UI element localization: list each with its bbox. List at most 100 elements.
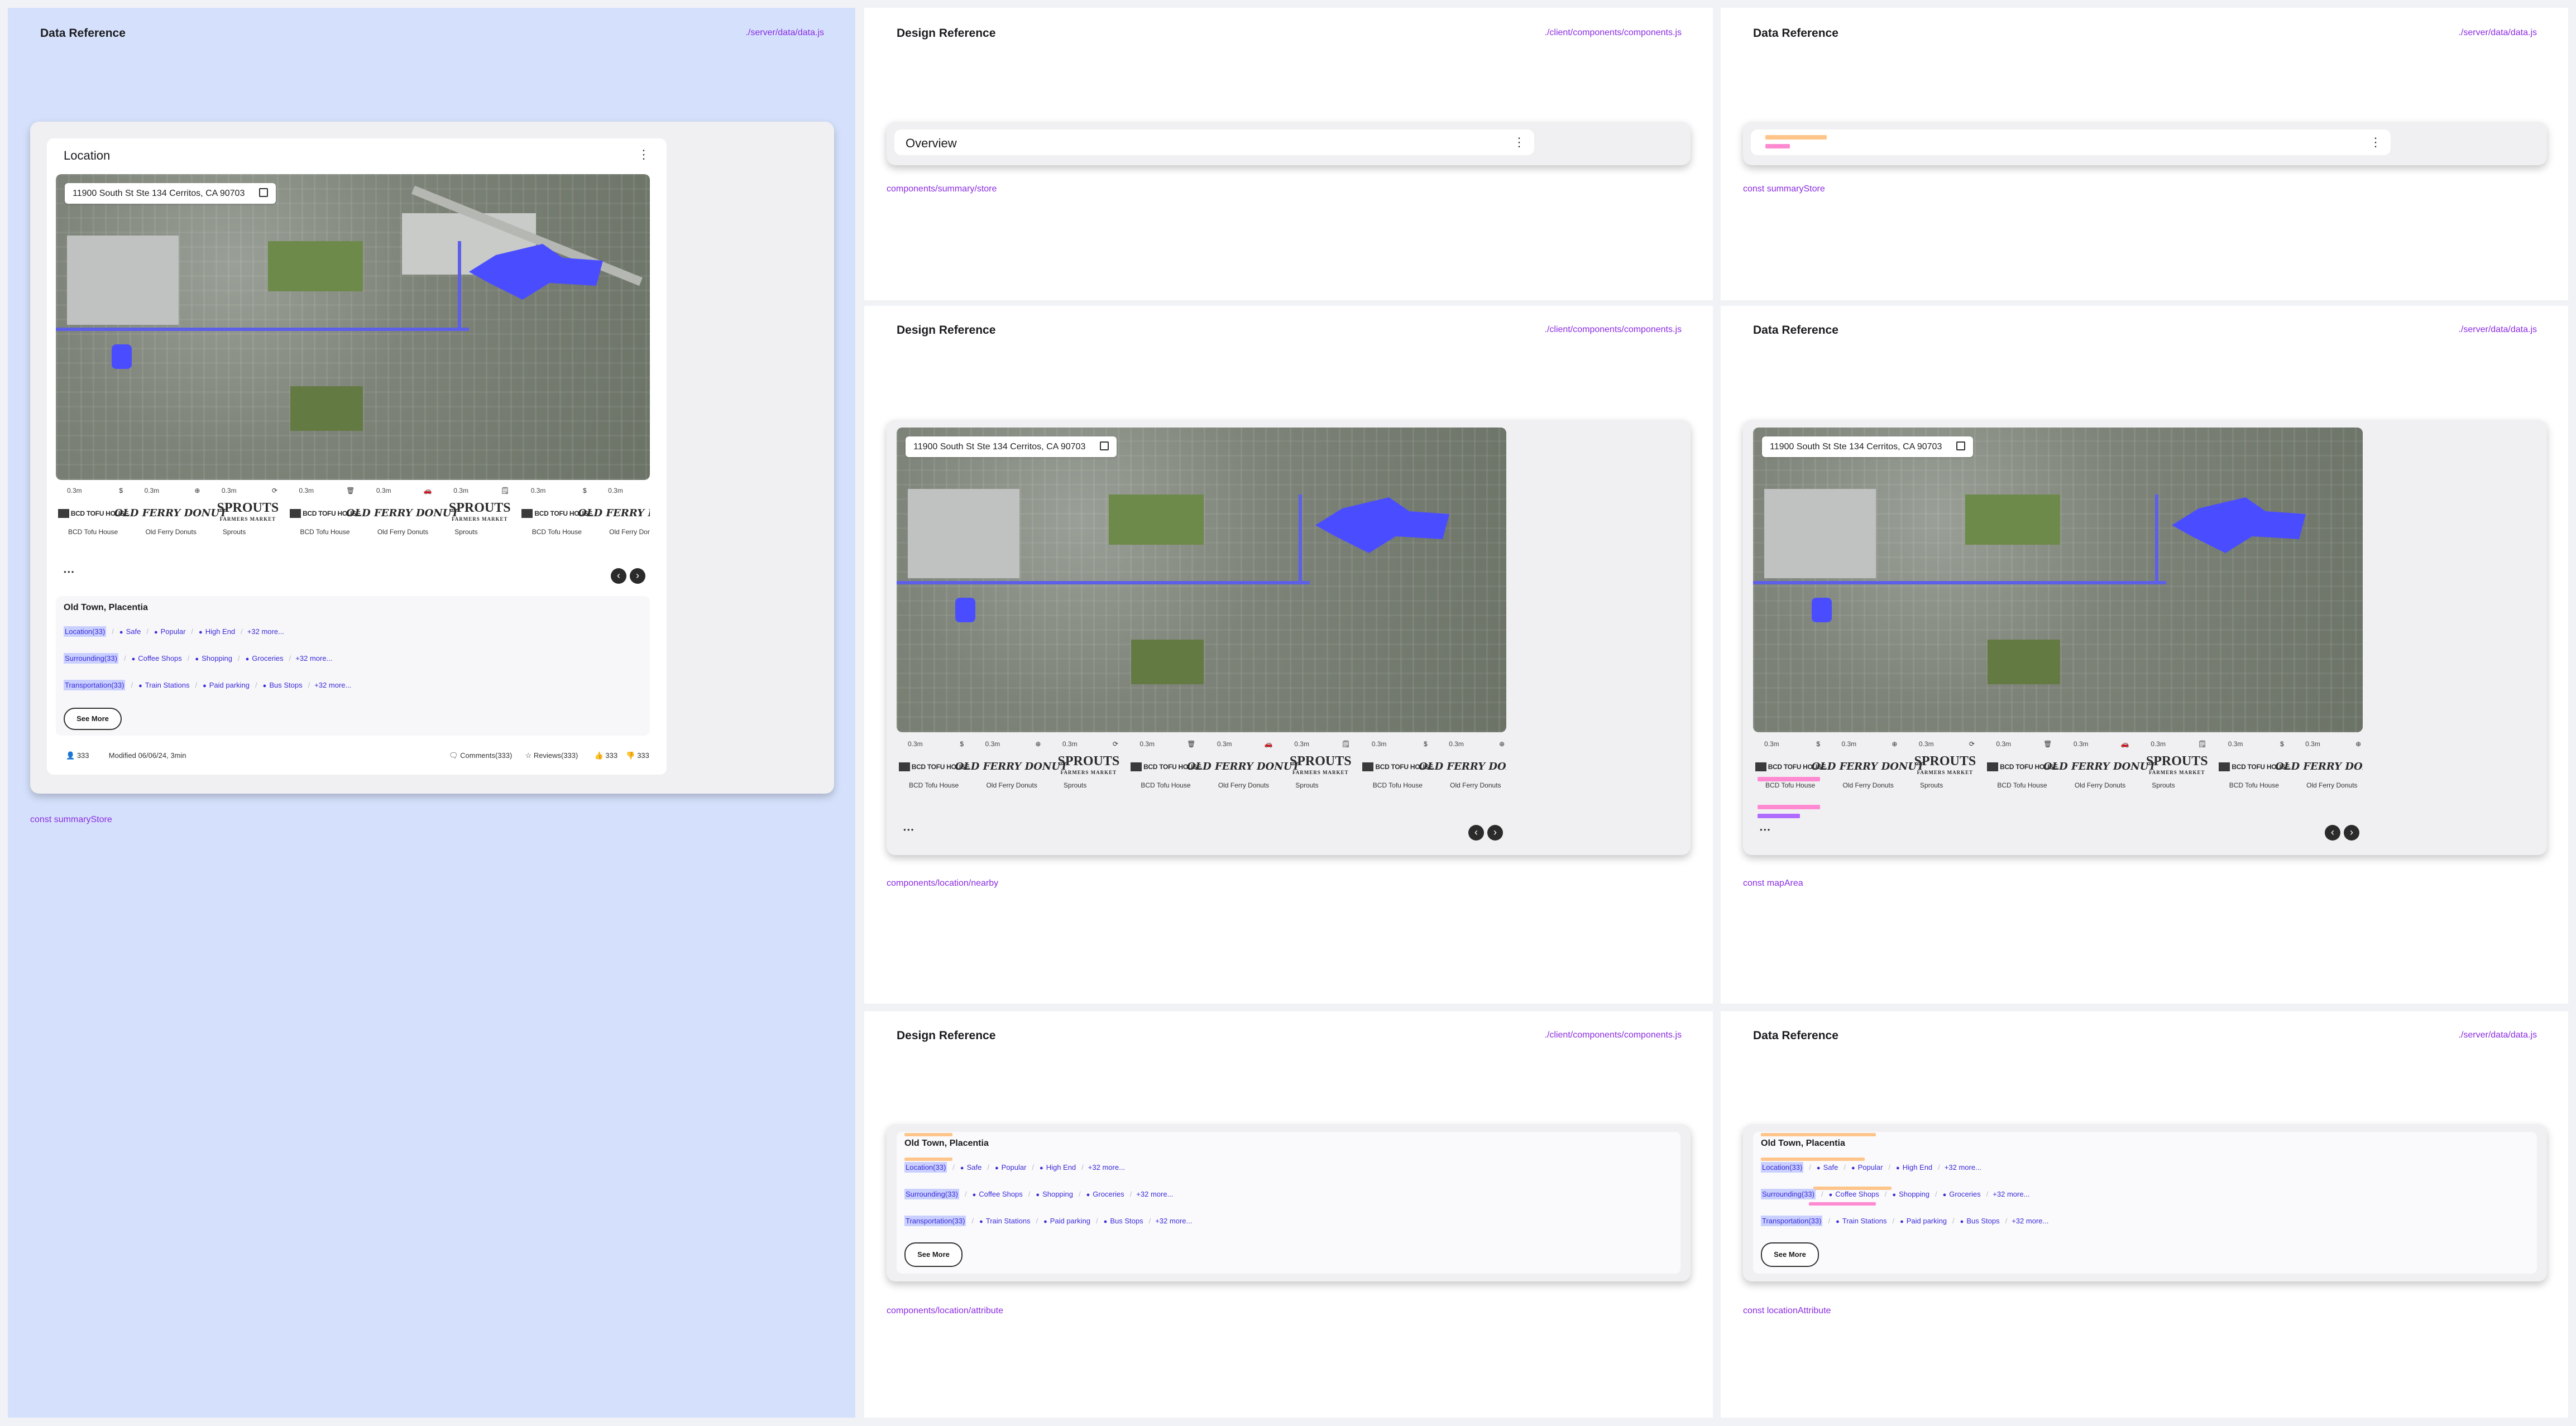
nearby-item[interactable]: 0.3m⊕OLD FERRY DONUTOld Ferry Donuts: [1811, 740, 1924, 791]
map-area[interactable]: 11900 South St Ste 134 Cerritos, CA 9070…: [56, 174, 650, 480]
kebab-menu-icon[interactable]: ⋮: [2369, 136, 2382, 148]
attribute-tag[interactable]: Bus Stops: [1960, 1217, 2000, 1225]
kebab-menu-icon[interactable]: ⋮: [1513, 136, 1525, 148]
copy-icon[interactable]: [1956, 441, 1966, 450]
nearby-item[interactable]: 0.3m ⟳ SPROUTS FARMERS MARKET Sprouts: [1051, 740, 1126, 791]
attribute-tag[interactable]: High End: [1040, 1163, 1076, 1171]
see-more-button[interactable]: See More: [904, 1242, 963, 1267]
attribute-tag[interactable]: Shopping: [1892, 1190, 1929, 1198]
panel-path-link[interactable]: ./server/data/data.js: [2458, 1030, 2537, 1040]
carousel-dots[interactable]: ●●●: [1760, 827, 1771, 832]
nearby-item[interactable]: 0.3m 🗒 SPROUTS FARMERS MARKET Sprouts: [1283, 740, 1358, 791]
attribute-tag[interactable]: Safe: [960, 1163, 981, 1171]
nearby-strip[interactable]: 0.3m $ BCD TOFU HOUSE BCD Tofu House 0.3m ⊕ O…: [56, 487, 650, 559]
more-link[interactable]: +32 more...: [314, 681, 351, 689]
attribute-tag[interactable]: Safe: [119, 627, 141, 636]
more-link[interactable]: +32 more...: [1945, 1163, 1981, 1171]
panel-path-link[interactable]: ./client/components/components.js: [1545, 1030, 1682, 1040]
attribute-tag[interactable]: Bus Stops: [263, 681, 303, 689]
attribute-tag[interactable]: Coffee Shops: [1829, 1190, 1879, 1198]
attribute-tag[interactable]: Safe: [1817, 1163, 1838, 1171]
comment-icon[interactable]: 🗨: [449, 751, 458, 760]
attribute-chip[interactable]: Surrounding(33): [904, 1189, 959, 1199]
reviews-link[interactable]: Reviews(333): [534, 751, 578, 760]
thumbs-down-icon[interactable]: 👎: [626, 751, 635, 760]
attribute-tag[interactable]: High End: [199, 627, 235, 636]
nearby-item[interactable]: 0.3m⊕OLD FERRY DONUTOld Ferry Donuts: [955, 740, 1067, 791]
attribute-tag[interactable]: Paid parking: [1900, 1217, 1947, 1225]
attribute-chip[interactable]: Transportation(33): [904, 1216, 966, 1226]
panel-path-link[interactable]: ./client/components/components.js: [1545, 325, 1682, 335]
attribute-tag[interactable]: High End: [1896, 1163, 1932, 1171]
carousel-prev-button[interactable]: ‹: [1468, 825, 1484, 841]
see-more-button[interactable]: See More: [64, 708, 122, 730]
attribute-chip[interactable]: Transportation(33): [1761, 1216, 1823, 1226]
attribute-tag[interactable]: Shopping: [1036, 1190, 1073, 1198]
attribute-chip[interactable]: Location(33): [1761, 1162, 1804, 1173]
carousel-next-button[interactable]: ›: [630, 568, 645, 584]
more-link[interactable]: +32 more...: [295, 654, 332, 662]
address-pill[interactable]: 11900 South St Ste 134 Cerritos, CA 9070…: [906, 436, 1117, 457]
carousel-prev-button[interactable]: ‹: [2325, 825, 2340, 841]
attribute-tag[interactable]: Coffee Shops: [973, 1190, 1023, 1198]
attribute-tag[interactable]: Bus Stops: [1104, 1217, 1143, 1225]
panel-path-link[interactable]: ./server/data/data.js: [745, 28, 824, 38]
attribute-tag[interactable]: Popular: [154, 627, 185, 636]
attribute-tag[interactable]: Coffee Shops: [132, 654, 182, 662]
copy-icon[interactable]: [1100, 441, 1109, 450]
more-link[interactable]: +32 more...: [247, 627, 284, 636]
more-link[interactable]: +32 more...: [1155, 1217, 1192, 1225]
see-more-button[interactable]: See More: [1761, 1242, 1819, 1267]
carousel-next-button[interactable]: ›: [2344, 825, 2359, 841]
kebab-menu-icon[interactable]: ⋮: [638, 148, 650, 161]
attribute-chip[interactable]: Surrounding(33): [1761, 1189, 1816, 1199]
attribute-tag[interactable]: Paid parking: [203, 681, 250, 689]
comments-link[interactable]: Comments(333): [460, 751, 512, 760]
nearby-item[interactable]: 0.3m ⟳ SPROUTS FARMERS MARKET Sprouts: [1908, 740, 1983, 791]
attribute-tag[interactable]: Groceries: [1943, 1190, 1981, 1198]
attribute-chip[interactable]: Surrounding(33): [64, 653, 118, 664]
address-pill[interactable]: 11900 South St Ste 134 Cerritos, CA 9070…: [1762, 436, 1974, 457]
attribute-chip[interactable]: Transportation(33): [64, 680, 126, 690]
attribute-tag[interactable]: Train Stations: [1836, 1217, 1886, 1225]
attribute-tag[interactable]: Shopping: [195, 654, 232, 662]
nearby-item[interactable]: 0.3m⊕OLD FERRY DONUTOld Ferry Donuts: [1419, 740, 1506, 791]
attribute-tag[interactable]: Popular: [995, 1163, 1026, 1171]
map-area[interactable]: 11900 South St Ste 134 Cerritos, CA 9070…: [1753, 428, 2363, 732]
more-link[interactable]: +32 more...: [1136, 1190, 1173, 1198]
carousel-next-button[interactable]: ›: [1487, 825, 1503, 841]
star-icon[interactable]: ☆: [525, 751, 532, 760]
carousel-dots[interactable]: ●●●: [64, 569, 75, 574]
attribute-tag[interactable]: Train Stations: [979, 1217, 1030, 1225]
map-area[interactable]: 11900 South St Ste 134 Cerritos, CA 9070…: [897, 428, 1506, 732]
attribute-tag[interactable]: Train Stations: [138, 681, 189, 689]
more-link[interactable]: +32 more...: [1088, 1163, 1125, 1171]
nearby-item[interactable]: 0.3m 🚗 OLD FERRY DONUT Old Ferry Donuts: [2043, 740, 2156, 791]
panel-path-link[interactable]: ./server/data/data.js: [2458, 325, 2537, 335]
thumbs-up-icon[interactable]: 👍: [595, 751, 604, 760]
attribute-tag[interactable]: Groceries: [1086, 1190, 1124, 1198]
attribute-tag[interactable]: Groceries: [246, 654, 284, 662]
more-link[interactable]: +32 more...: [1993, 1190, 2029, 1198]
carousel-dots[interactable]: ●●●: [903, 827, 915, 832]
nearby-item[interactable]: 0.3m ⟳ SPROUTS FARMERS MARKET Sprouts: [210, 487, 285, 538]
panel-path-link[interactable]: ./client/components/components.js: [1545, 28, 1682, 38]
nearby-item[interactable]: 0.3m⊕OLD FERRY DONUTOld Ferry Donuts: [2275, 740, 2363, 791]
nearby-item[interactable]: 0.3m 🚗 OLD FERRY DONUT Old Ferry Donuts: [346, 487, 459, 538]
more-link[interactable]: +32 more...: [2012, 1217, 2048, 1225]
carousel-prev-button[interactable]: ‹: [611, 568, 626, 584]
nearby-item[interactable]: 0.3m⊕OLD FERRY DONUTOld Ferry Donuts: [114, 487, 227, 538]
attribute-tag[interactable]: Paid parking: [1043, 1217, 1090, 1225]
copy-icon[interactable]: [259, 188, 269, 197]
attribute-chip[interactable]: Location(33): [64, 626, 107, 637]
address-pill[interactable]: 11900 South St Ste 134 Cerritos, CA 9070…: [65, 183, 276, 204]
attribute-tag[interactable]: Popular: [1851, 1163, 1883, 1171]
nearby-strip[interactable]: 0.3m $ BCD TOFU HOUSE BCD Tofu House 0.3m ⊕ O…: [897, 740, 1506, 813]
nearby-strip[interactable]: 0.3m $ BCD TOFU HOUSE BCD Tofu House 0.3m ⊕ O…: [1753, 740, 2363, 813]
attribute-chip[interactable]: Location(33): [904, 1162, 947, 1173]
nearby-item[interactable]: 0.3m 🗒 SPROUTS FARMERS MARKET Sprouts: [2139, 740, 2214, 791]
nearby-item[interactable]: 0.3m⊕OLD FERRY DONUTOld Ferry Donuts: [578, 487, 650, 538]
panel-path-link[interactable]: ./server/data/data.js: [2458, 28, 2537, 38]
nearby-item[interactable]: 0.3m 🗒 SPROUTS FARMERS MARKET Sprouts: [442, 487, 517, 538]
nearby-item[interactable]: 0.3m 🚗 OLD FERRY DONUT Old Ferry Donuts: [1187, 740, 1300, 791]
